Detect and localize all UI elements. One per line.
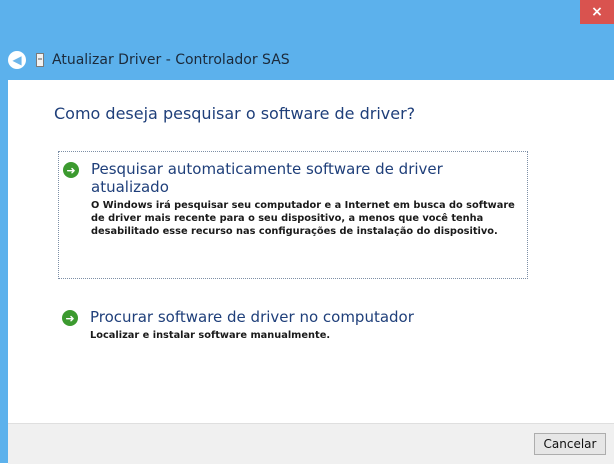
back-arrow-icon: ◀ <box>12 53 22 67</box>
cancel-button[interactable]: Cancelar <box>534 433 606 455</box>
search-automatically-option[interactable]: ➜ Pesquisar automaticamente software de … <box>58 151 528 279</box>
back-button[interactable]: ◀ <box>8 51 26 69</box>
option-row: ➜ Pesquisar automaticamente software de … <box>63 160 519 238</box>
close-icon: × <box>591 4 603 20</box>
close-button[interactable]: × <box>580 0 614 24</box>
window-title: Atualizar Driver - Controlador SAS <box>52 52 290 68</box>
green-arrow-icon: ➜ <box>63 162 79 178</box>
device-icon <box>36 53 44 67</box>
option-text: Pesquisar automaticamente software de dr… <box>91 160 519 238</box>
browse-computer-option[interactable]: ➜ Procurar software de driver no computa… <box>58 300 526 360</box>
page-heading: Como deseja pesquisar o software de driv… <box>54 104 416 123</box>
option-row: ➜ Procurar software de driver no computa… <box>62 308 518 342</box>
footer-bar: Cancelar <box>8 423 614 464</box>
option-title: Pesquisar automaticamente software de dr… <box>91 160 443 196</box>
driver-update-window: × ◀ Atualizar Driver - Controlador SAS C… <box>0 0 614 464</box>
option-text: Procurar software de driver no computado… <box>90 308 414 342</box>
content-area: Como deseja pesquisar o software de driv… <box>8 80 614 423</box>
title-bar: ◀ Atualizar Driver - Controlador SAS <box>0 38 614 82</box>
green-arrow-icon: ➜ <box>62 310 78 326</box>
option-description: O Windows irá pesquisar seu computador e… <box>91 200 515 237</box>
option-title: Procurar software de driver no computado… <box>90 308 414 326</box>
option-description: Localizar e instalar software manualment… <box>90 330 331 341</box>
